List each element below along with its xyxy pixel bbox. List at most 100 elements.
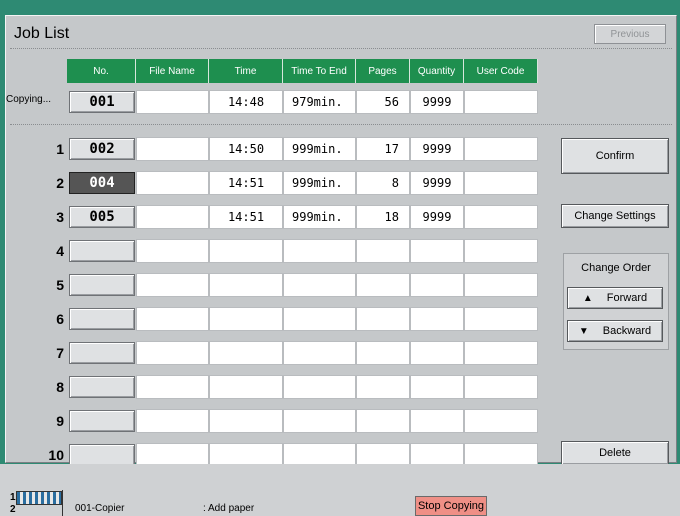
- quantity-cell: [410, 341, 464, 365]
- pages-cell: [356, 273, 410, 297]
- time-cell: [209, 307, 283, 331]
- time-to-end-cell: [283, 307, 356, 331]
- copying-time-to-end-cell: 979min.: [283, 90, 356, 114]
- file-name-cell: [136, 409, 209, 433]
- time-cell: [209, 273, 283, 297]
- copying-quantity-cell: 9999: [410, 90, 464, 114]
- pages-cell: [356, 239, 410, 263]
- file-name-cell: [136, 137, 209, 161]
- file-name-cell: [136, 375, 209, 399]
- user-code-cell: [464, 239, 538, 263]
- quantity-cell: [410, 273, 464, 297]
- backward-button[interactable]: ▼ Backward: [567, 320, 663, 342]
- user-code-cell: [464, 409, 538, 433]
- time-to-end-cell: 999min.: [283, 137, 356, 161]
- stop-copying-button[interactable]: Stop Copying: [415, 496, 487, 516]
- quantity-cell: 9999: [410, 205, 464, 229]
- time-to-end-cell: [283, 341, 356, 365]
- row-number: 4: [56, 243, 64, 259]
- time-to-end-cell: [283, 375, 356, 399]
- job-number-button[interactable]: 005: [69, 206, 135, 228]
- column-header-time-to-end: Time To End: [283, 59, 356, 83]
- user-code-cell: [464, 137, 538, 161]
- time-cell: [209, 375, 283, 399]
- status-job-text: 001-Copier: [75, 503, 125, 514]
- forward-label: Forward: [606, 292, 648, 304]
- user-code-cell: [464, 171, 538, 195]
- row-number: 7: [56, 345, 64, 361]
- change-settings-button[interactable]: Change Settings: [561, 204, 669, 228]
- column-header-user-code: User Code: [464, 59, 538, 83]
- pages-cell: 18: [356, 205, 410, 229]
- column-header-file-name: File Name: [136, 59, 209, 83]
- user-code-cell: [464, 205, 538, 229]
- status-message: : Add paper: [203, 503, 255, 514]
- copying-user-code-cell: [464, 90, 538, 114]
- row-number: 1: [56, 141, 64, 157]
- pages-cell: [356, 307, 410, 331]
- job-number-button[interactable]: [69, 410, 135, 432]
- tray-number: 1: [10, 492, 16, 503]
- row-number: 3: [56, 209, 64, 225]
- change-order-title: Change Order: [581, 262, 651, 274]
- previous-button[interactable]: Previous: [594, 24, 666, 44]
- user-code-cell: [464, 307, 538, 331]
- pages-cell: [356, 375, 410, 399]
- user-code-cell: [464, 375, 538, 399]
- file-name-cell: [136, 205, 209, 229]
- pages-cell: [356, 341, 410, 365]
- job-number-button[interactable]: 004: [69, 172, 135, 194]
- user-code-cell: [464, 341, 538, 365]
- time-to-end-cell: [283, 239, 356, 263]
- time-to-end-cell: [283, 409, 356, 433]
- down-triangle-icon: ▼: [578, 325, 589, 337]
- copying-job-button[interactable]: 001: [69, 91, 135, 113]
- file-name-cell: [136, 239, 209, 263]
- copying-label: Copying...: [6, 94, 52, 105]
- row-number: 5: [56, 277, 64, 293]
- job-number-button[interactable]: [69, 308, 135, 330]
- quantity-cell: [410, 375, 464, 399]
- file-name-cell: [136, 341, 209, 365]
- time-cell: [209, 239, 283, 263]
- file-name-cell: [136, 307, 209, 331]
- tray-number-2: 2: [10, 504, 16, 515]
- queue-divider: [10, 124, 672, 125]
- time-cell: [209, 409, 283, 433]
- time-cell: 14:50: [209, 137, 283, 161]
- time-cell: 14:51: [209, 205, 283, 229]
- job-number-button[interactable]: [69, 240, 135, 262]
- delete-button[interactable]: Delete: [561, 441, 669, 465]
- status-divider: [62, 490, 63, 516]
- pages-cell: [356, 409, 410, 433]
- forward-button[interactable]: ▲ Forward: [567, 287, 663, 309]
- copying-time-cell: 14:48: [209, 90, 283, 114]
- job-number-button[interactable]: [69, 376, 135, 398]
- column-header-quantity: Quantity: [410, 59, 464, 83]
- user-code-cell: [464, 273, 538, 297]
- column-header-no: No.: [67, 59, 136, 83]
- row-number: 2: [56, 175, 64, 191]
- time-cell: 14:51: [209, 171, 283, 195]
- backward-label: Backward: [602, 325, 652, 337]
- up-triangle-icon: ▲: [582, 292, 593, 304]
- column-header-pages: Pages: [356, 59, 410, 83]
- quantity-cell: 9999: [410, 171, 464, 195]
- quantity-cell: [410, 409, 464, 433]
- time-to-end-cell: [283, 273, 356, 297]
- confirm-button[interactable]: Confirm: [561, 138, 669, 174]
- title-divider: [10, 48, 672, 49]
- row-number: 9: [56, 413, 64, 429]
- pages-cell: 8: [356, 171, 410, 195]
- paper-tray-icon: [16, 491, 62, 505]
- page-title: Job List: [14, 25, 70, 42]
- job-number-button[interactable]: [69, 444, 135, 466]
- time-to-end-cell: 999min.: [283, 205, 356, 229]
- file-name-cell: [136, 273, 209, 297]
- job-number-button[interactable]: 002: [69, 138, 135, 160]
- job-number-button[interactable]: [69, 274, 135, 296]
- quantity-cell: 9999: [410, 137, 464, 161]
- row-number: 10: [48, 447, 64, 463]
- time-to-end-cell: 999min.: [283, 171, 356, 195]
- job-number-button[interactable]: [69, 342, 135, 364]
